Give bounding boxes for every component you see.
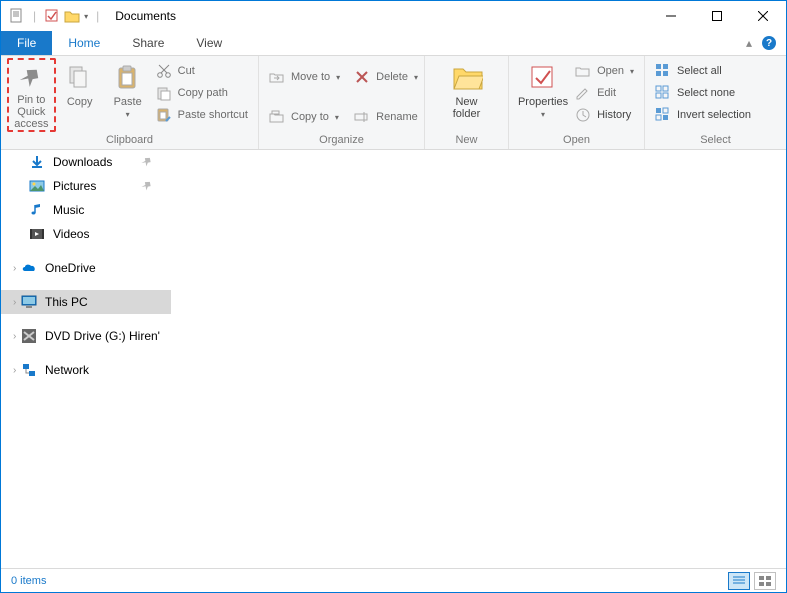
- minimize-button[interactable]: [648, 1, 694, 31]
- chevron-down-icon: ▾: [336, 73, 340, 82]
- separator: |: [96, 9, 99, 23]
- pictures-icon: [29, 178, 45, 194]
- folder-qat-icon[interactable]: [64, 8, 80, 24]
- details-view-button[interactable]: [728, 572, 750, 590]
- chevron-down-icon: ▾: [126, 109, 130, 121]
- copy-path-button[interactable]: Copy path: [152, 84, 252, 102]
- chevron-right-icon: ›: [13, 365, 16, 376]
- dvd-icon: [21, 328, 37, 344]
- properties-button[interactable]: Properties ▾: [515, 58, 571, 125]
- tab-share[interactable]: Share: [116, 31, 180, 55]
- move-to-button[interactable]: Move to ▾: [265, 68, 344, 86]
- chevron-right-icon: ›: [13, 297, 16, 308]
- group-label-clipboard: Clipboard: [1, 134, 258, 149]
- chevron-right-icon: ›: [13, 263, 16, 274]
- paste-shortcut-button[interactable]: Paste shortcut: [152, 106, 252, 124]
- move-to-icon: [269, 69, 285, 85]
- copy-to-button[interactable]: Copy to ▾: [265, 108, 344, 126]
- videos-icon: [29, 226, 45, 242]
- edit-icon: [575, 85, 591, 101]
- copy-button[interactable]: Copy: [56, 58, 104, 112]
- paste-shortcut-icon: [156, 107, 172, 123]
- select-all-button[interactable]: Select all: [651, 62, 755, 80]
- paste-icon: [112, 62, 144, 94]
- select-all-icon: [655, 63, 671, 79]
- nav-item-network[interactable]: › Network: [1, 358, 171, 382]
- maximize-button[interactable]: [694, 1, 740, 31]
- nav-item-onedrive[interactable]: › OneDrive: [1, 256, 171, 280]
- file-list[interactable]: [171, 150, 786, 568]
- copy-path-icon: [156, 85, 172, 101]
- close-button[interactable]: [740, 1, 786, 31]
- quick-access-toolbar: | ▾ | Documents: [1, 8, 176, 24]
- separator: |: [33, 9, 36, 23]
- pin-icon: [141, 180, 153, 192]
- history-icon: [575, 107, 591, 123]
- open-icon: [575, 63, 591, 79]
- pin-icon: [15, 64, 47, 92]
- open-button[interactable]: Open ▾: [571, 62, 638, 80]
- pin-label: Pin to Quick access: [13, 94, 50, 130]
- large-icons-view-button[interactable]: [754, 572, 776, 590]
- cut-button[interactable]: Cut: [152, 62, 252, 80]
- navigation-pane: Downloads Pictures Music Videos › OneDri…: [1, 150, 171, 568]
- nav-item-dvd-drive[interactable]: › DVD Drive (G:) Hiren': [1, 324, 171, 348]
- pin-icon: [141, 156, 153, 168]
- scissors-icon: [156, 63, 172, 79]
- pin-to-quick-access-button[interactable]: Pin to Quick access: [7, 58, 56, 132]
- invert-selection-icon: [655, 107, 671, 123]
- chevron-right-icon: ›: [13, 331, 16, 342]
- nav-item-videos[interactable]: Videos: [1, 222, 171, 246]
- title-bar: | ▾ | Documents: [1, 1, 786, 31]
- properties-qat-icon[interactable]: [44, 8, 60, 24]
- tab-view[interactable]: View: [180, 31, 238, 55]
- chevron-down-icon: ▾: [335, 113, 339, 122]
- nav-item-pictures[interactable]: Pictures: [1, 174, 171, 198]
- ribbon: Pin to Quick access Copy Paste ▾: [1, 56, 786, 150]
- delete-button[interactable]: Delete ▾: [350, 68, 422, 86]
- window-controls: [648, 1, 786, 31]
- downloads-icon: [29, 154, 45, 170]
- this-pc-icon: [21, 294, 37, 310]
- qat-dropdown-icon[interactable]: ▾: [84, 12, 88, 21]
- chevron-down-icon: ▾: [541, 109, 545, 121]
- tab-file[interactable]: File: [1, 31, 52, 55]
- status-bar: 0 items: [1, 568, 786, 592]
- tab-home[interactable]: Home: [52, 31, 116, 55]
- nav-item-this-pc[interactable]: › This PC: [1, 290, 171, 314]
- new-folder-button[interactable]: New folder: [443, 58, 491, 124]
- new-folder-icon: [451, 62, 483, 94]
- paste-button[interactable]: Paste ▾: [104, 58, 152, 125]
- group-label-new: New: [425, 134, 508, 149]
- edit-button[interactable]: Edit: [571, 84, 638, 102]
- rename-icon: [354, 109, 370, 125]
- properties-icon: [527, 62, 559, 94]
- chevron-down-icon: ▾: [414, 73, 418, 82]
- rename-button[interactable]: Rename: [350, 108, 422, 126]
- chevron-down-icon: ▾: [630, 67, 634, 76]
- app-icon: [9, 8, 25, 24]
- delete-icon: [354, 69, 370, 85]
- minimize-ribbon-icon[interactable]: ▴: [746, 36, 752, 50]
- ribbon-tabs: File Home Share View ▴ ?: [1, 31, 786, 56]
- content-area: Downloads Pictures Music Videos › OneDri…: [1, 150, 786, 568]
- window-title: Documents: [115, 9, 176, 23]
- nav-item-music[interactable]: Music: [1, 198, 171, 222]
- help-icon[interactable]: ?: [762, 36, 776, 50]
- item-count: 0 items: [11, 575, 46, 587]
- onedrive-icon: [21, 260, 37, 276]
- network-icon: [21, 362, 37, 378]
- copy-icon: [64, 62, 96, 94]
- group-label-open: Open: [509, 134, 644, 149]
- select-none-button[interactable]: Select none: [651, 84, 755, 102]
- group-label-organize: Organize: [259, 134, 424, 149]
- group-label-select: Select: [645, 134, 786, 149]
- music-icon: [29, 202, 45, 218]
- copy-to-icon: [269, 109, 285, 125]
- invert-selection-button[interactable]: Invert selection: [651, 106, 755, 124]
- select-none-icon: [655, 85, 671, 101]
- nav-item-downloads[interactable]: Downloads: [1, 150, 171, 174]
- history-button[interactable]: History: [571, 106, 638, 124]
